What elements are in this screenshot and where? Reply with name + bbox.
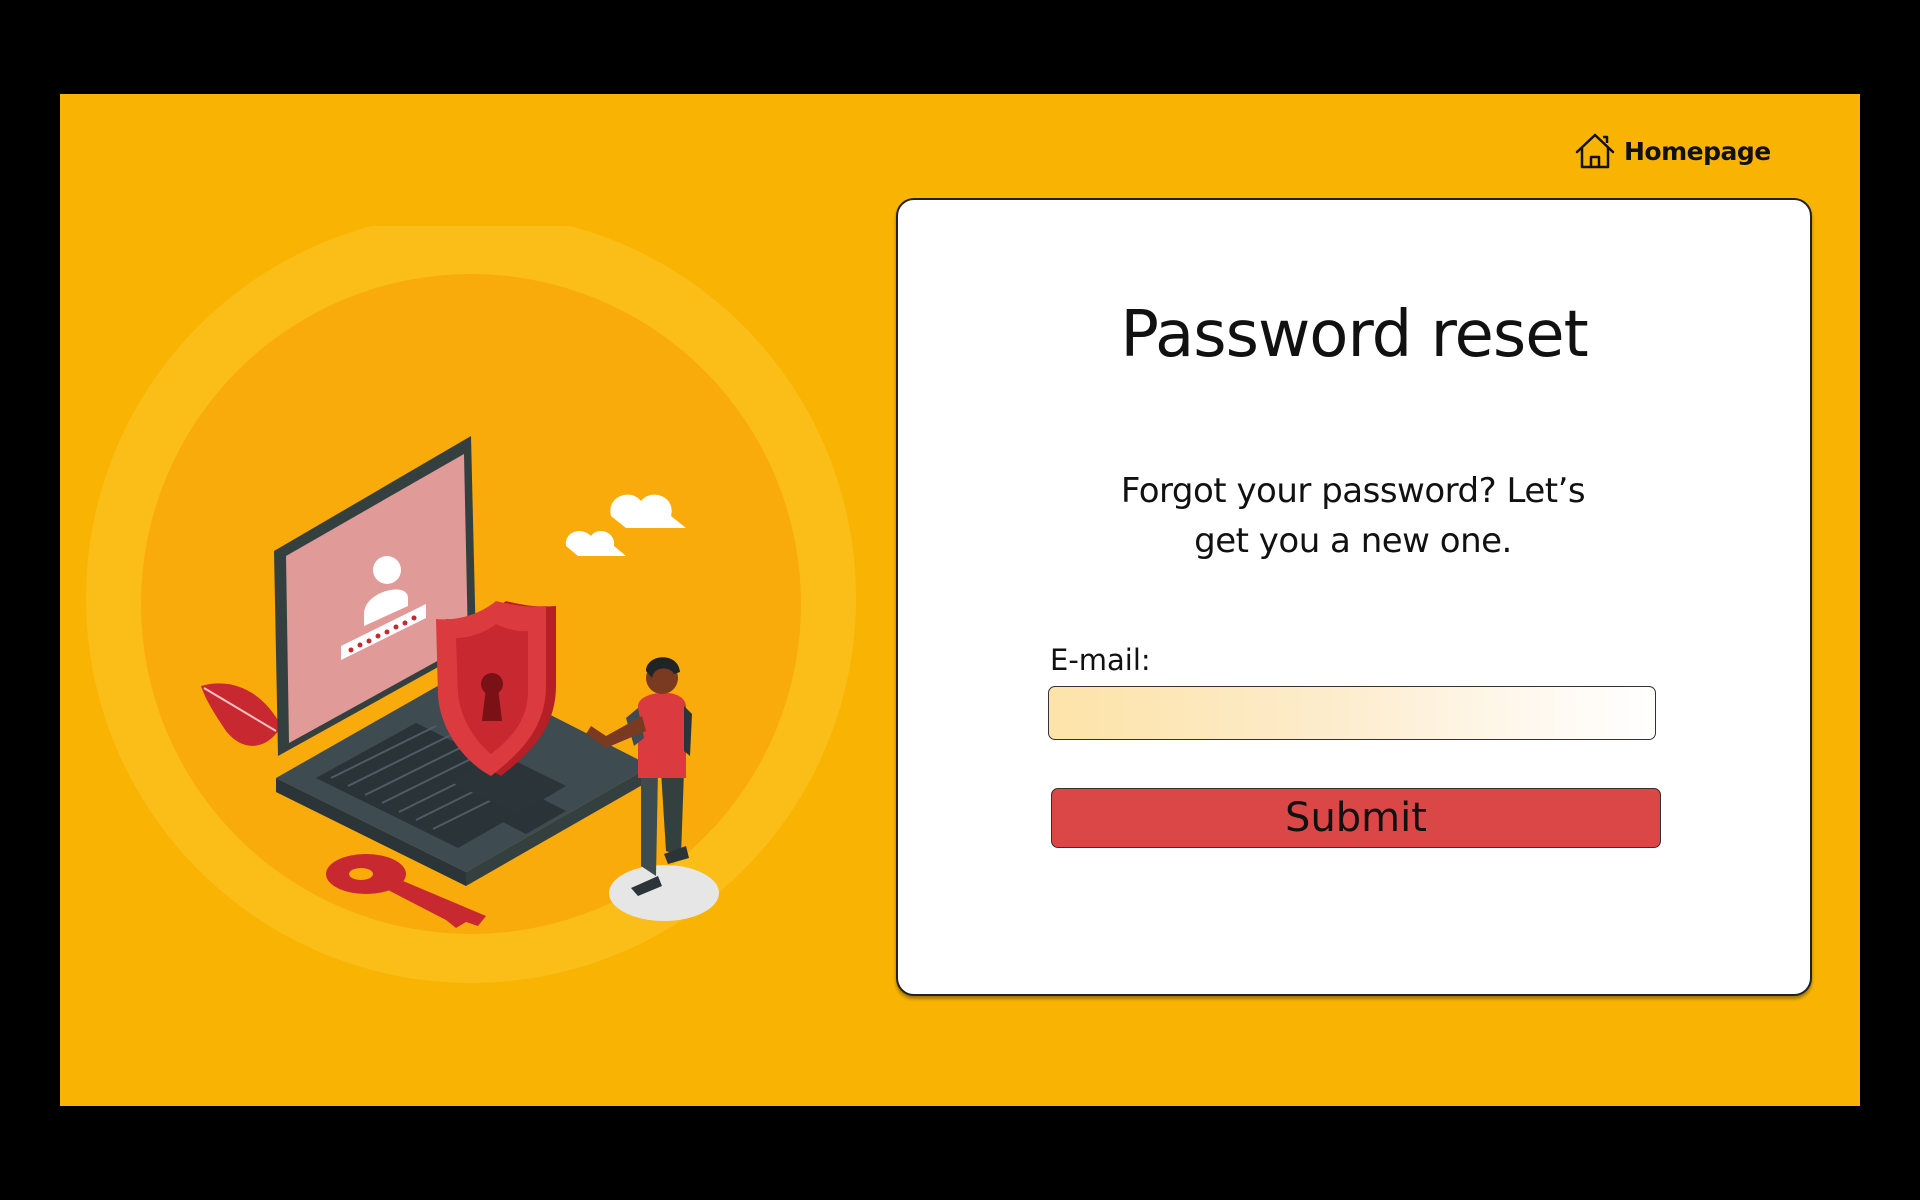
submit-button[interactable]: Submit bbox=[1051, 788, 1661, 848]
house-icon bbox=[1574, 132, 1616, 170]
password-reset-card: Password reset Forgot your password? Let… bbox=[896, 198, 1812, 996]
page-subtitle: Forgot your password? Let’s get you a ne… bbox=[1120, 471, 1586, 561]
security-illustration: •••••••• bbox=[86, 213, 866, 986]
page-title: Password reset bbox=[1120, 298, 1588, 372]
shield-icon bbox=[436, 601, 566, 814]
email-field[interactable] bbox=[1048, 686, 1656, 740]
homepage-label: Homepage bbox=[1624, 136, 1771, 166]
email-label: E-mail: bbox=[1050, 643, 1151, 677]
homepage-link[interactable]: Homepage bbox=[1574, 132, 1771, 170]
page-frame: Homepage Password reset Forgot your pass… bbox=[60, 94, 1860, 1106]
